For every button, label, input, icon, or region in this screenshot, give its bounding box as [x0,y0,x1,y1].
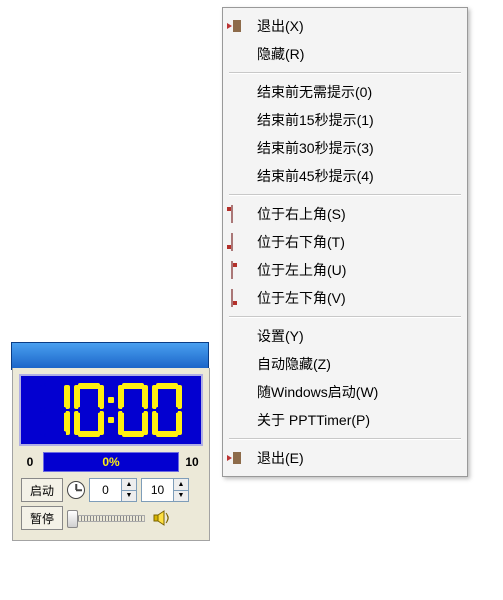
digit-3 [152,383,182,437]
progress-min: 0 [21,455,39,469]
exit-icon [231,18,247,34]
menu-separator [229,316,461,318]
digit-2 [118,383,148,437]
menu-item-label: 退出(E) [257,448,304,468]
menu-item-label: 隐藏(R) [257,44,304,64]
menu-item-label: 结束前无需提示(0) [257,82,372,102]
colon-icon [106,383,116,437]
digit-1 [74,383,104,437]
menu-about[interactable]: 关于 PPTTimer(P) [225,406,465,434]
menu-separator [229,194,461,196]
volume-slider[interactable] [67,510,149,526]
menu-item-label: 位于右下角(T) [257,232,345,252]
position-tl-icon [231,262,247,278]
menu-hide[interactable]: 隐藏(R) [225,40,465,68]
menu-item-label: 结束前30秒提示(3) [257,138,374,158]
second-value: 10 [142,479,173,501]
menu-item-label: 关于 PPTTimer(P) [257,410,370,430]
menu-pos-tl[interactable]: 位于左上角(U) [225,256,465,284]
context-menu: 退出(X) 隐藏(R) 结束前无需提示(0) 结束前15秒提示(1) 结束前30秒提示(… [222,7,468,477]
minute-stepper[interactable]: 0 ▲▼ [89,478,137,502]
timer-window: 0 0% 10 启动 0 ▲▼ 10 ▲▼ 暂停 [12,368,210,541]
position-bl-icon [231,290,247,306]
exit-icon [231,450,247,466]
menu-item-label: 位于左上角(U) [257,260,346,280]
menu-item-label: 结束前15秒提示(1) [257,110,374,130]
menu-separator [229,438,461,440]
sound-icon[interactable] [153,509,173,527]
menu-item-label: 结束前45秒提示(4) [257,166,374,186]
position-tr-icon [231,206,247,222]
menu-item-label: 退出(X) [257,16,304,36]
menu-pos-bl[interactable]: 位于左下角(V) [225,284,465,312]
menu-item-label: 随Windows启动(W) [257,382,378,402]
menu-item-label: 位于右上角(S) [257,204,346,224]
menu-item-label: 自动隐藏(Z) [257,354,331,374]
second-stepper[interactable]: 10 ▲▼ [141,478,189,502]
timer-display [19,374,203,446]
menu-settings[interactable]: 设置(Y) [225,322,465,350]
menu-pos-tr[interactable]: 位于右上角(S) [225,200,465,228]
menu-exit-e[interactable]: 退出(E) [225,444,465,472]
menu-item-label: 设置(Y) [257,326,304,346]
clock-icon [67,481,85,499]
menu-remind-0[interactable]: 结束前无需提示(0) [225,78,465,106]
menu-separator [229,72,461,74]
start-button[interactable]: 启动 [21,478,63,502]
menu-autohide[interactable]: 自动隐藏(Z) [225,350,465,378]
minute-up-icon[interactable]: ▲ [122,479,136,491]
progress-text: 0% [102,455,120,469]
progress-bar: 0% [43,452,179,472]
menu-startup[interactable]: 随Windows启动(W) [225,378,465,406]
menu-remind-30[interactable]: 结束前30秒提示(3) [225,134,465,162]
timer-titlebar[interactable] [11,342,209,370]
digit-0 [40,383,70,437]
menu-remind-15[interactable]: 结束前15秒提示(1) [225,106,465,134]
pause-button[interactable]: 暂停 [21,506,63,530]
minute-value: 0 [90,479,121,501]
menu-remind-45[interactable]: 结束前45秒提示(4) [225,162,465,190]
second-down-icon[interactable]: ▼ [174,491,188,502]
position-br-icon [231,234,247,250]
menu-item-label: 位于左下角(V) [257,288,346,308]
menu-pos-br[interactable]: 位于右下角(T) [225,228,465,256]
progress-max: 10 [183,455,201,469]
minute-down-icon[interactable]: ▼ [122,491,136,502]
progress-row: 0 0% 10 [21,452,201,472]
menu-exit-x[interactable]: 退出(X) [225,12,465,40]
second-up-icon[interactable]: ▲ [174,479,188,491]
